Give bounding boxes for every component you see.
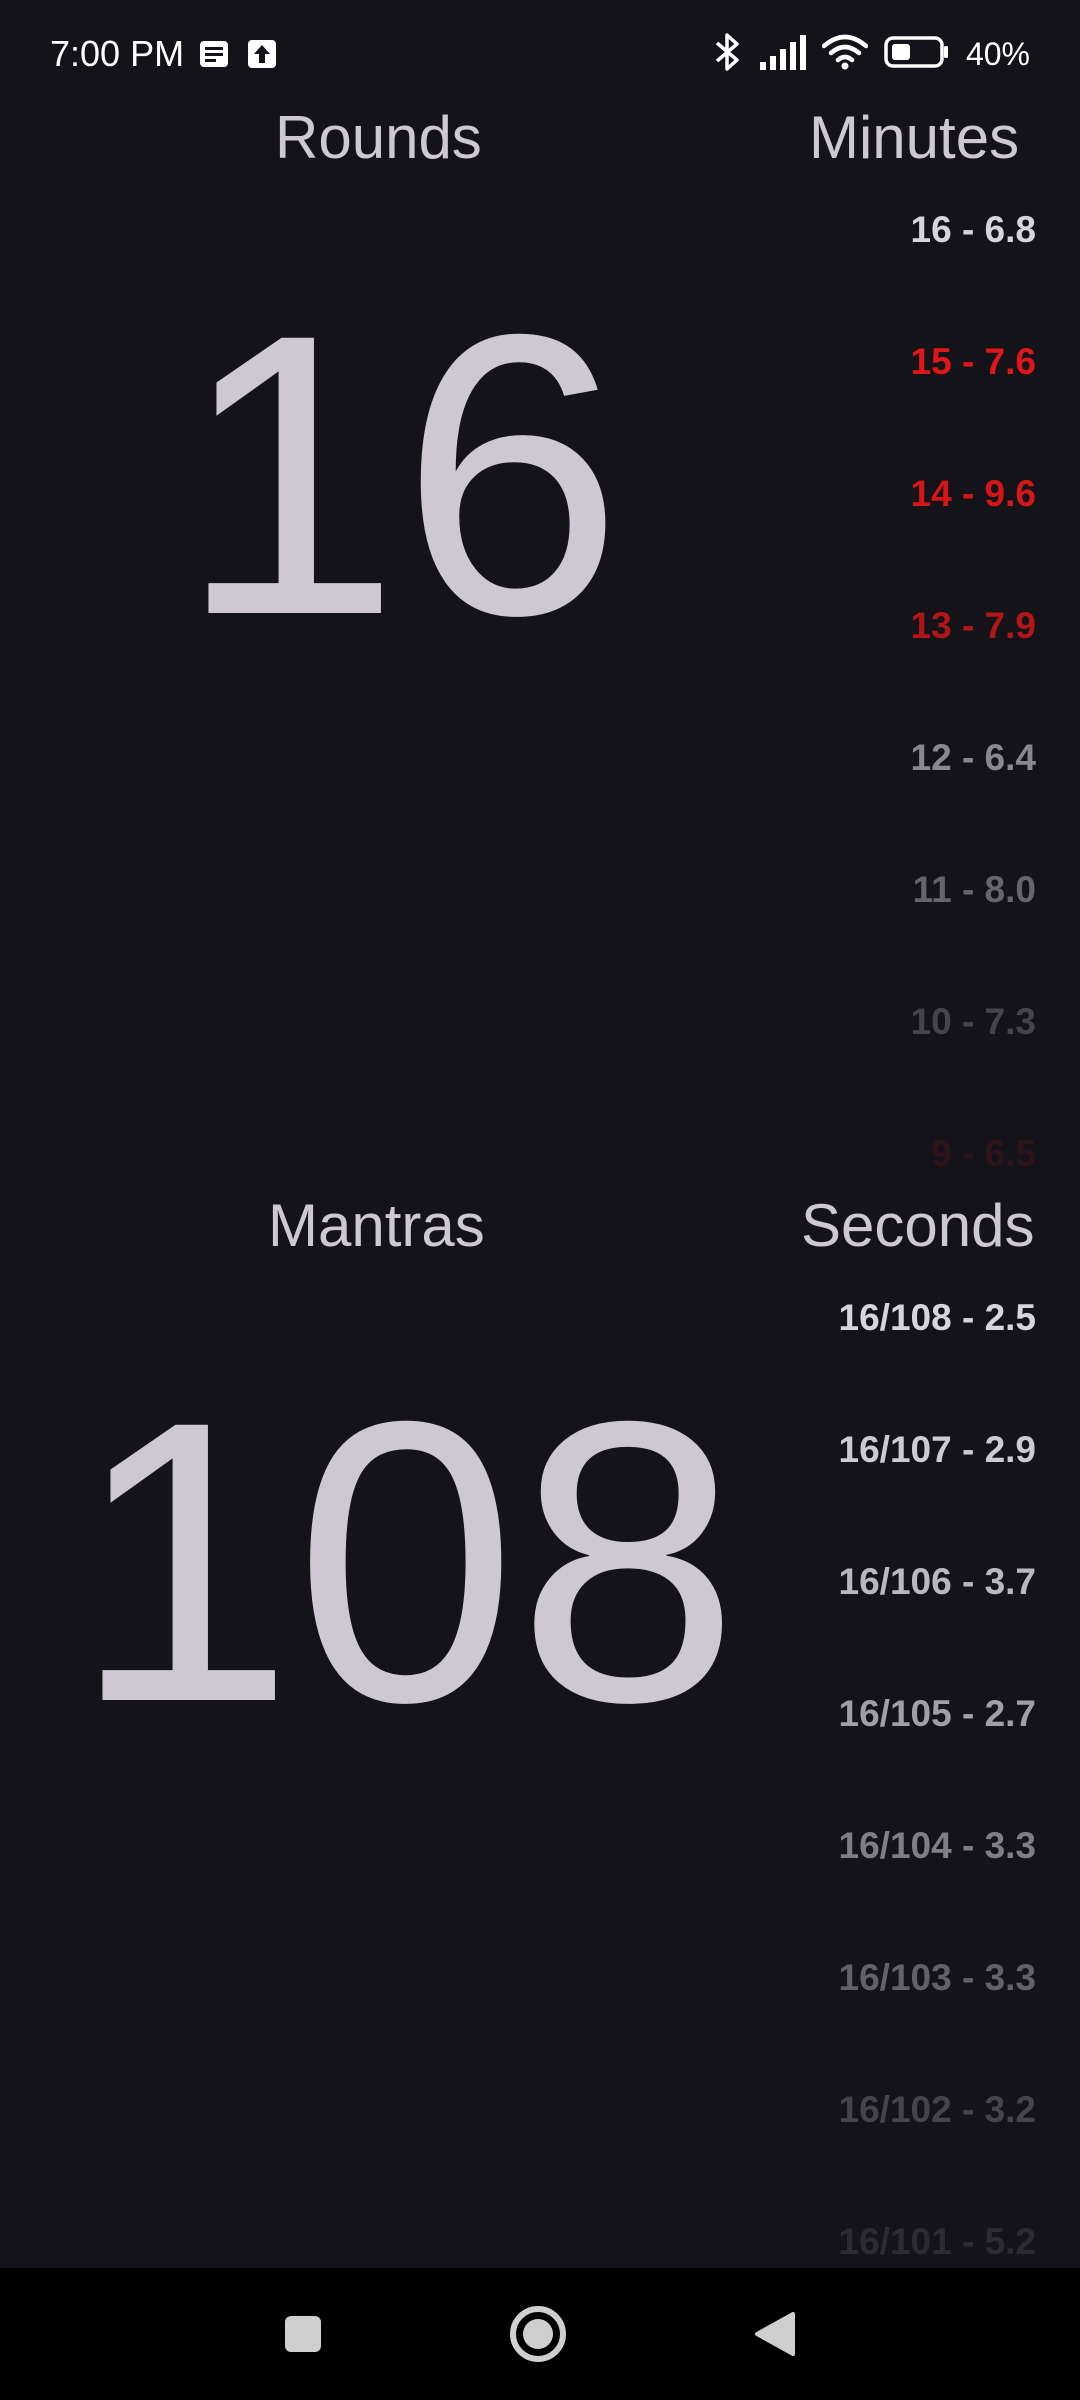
- minutes-list-item[interactable]: 13 - 7.9: [911, 602, 1036, 650]
- upload-icon: [246, 38, 278, 70]
- minutes-list-item[interactable]: 15 - 7.6: [911, 338, 1036, 386]
- seconds-list-item[interactable]: 16/104 - 3.3: [839, 1822, 1036, 1870]
- minutes-list-item[interactable]: 16 - 6.8: [911, 206, 1036, 254]
- notification-message-icon: [198, 38, 230, 70]
- seconds-list-item[interactable]: 16/102 - 3.2: [839, 2086, 1036, 2134]
- rounds-header: Rounds: [275, 104, 482, 171]
- seconds-list-item[interactable]: 16/105 - 2.7: [839, 1690, 1036, 1738]
- circle-icon: [510, 2306, 566, 2362]
- seconds-list-item[interactable]: 16/108 - 2.5: [839, 1294, 1036, 1342]
- status-time: 7:00 PM: [50, 33, 185, 74]
- seconds-list-item[interactable]: 16/103 - 3.3: [839, 1954, 1036, 2002]
- battery-icon: [884, 35, 950, 74]
- seconds-list-item[interactable]: 16/106 - 3.7: [839, 1558, 1036, 1606]
- wifi-icon: [821, 34, 869, 75]
- square-icon: [285, 2316, 321, 2352]
- seconds-list[interactable]: 16/108 - 2.5 16/107 - 2.9 16/106 - 3.7 16/1…: [636, 1294, 1036, 2264]
- status-icons: 40%: [712, 32, 1030, 76]
- seconds-list-item[interactable]: 16/101 - 5.2: [839, 2218, 1036, 2264]
- minutes-list[interactable]: 16 - 6.8 15 - 7.6 14 - 9.6 13 - 7.9 12 - 6.4…: [736, 206, 1036, 1166]
- seconds-header: Seconds: [801, 1192, 1035, 1259]
- bluetooth-icon: [712, 32, 742, 77]
- minutes-list-item[interactable]: 9 - 6.5: [931, 1130, 1036, 1166]
- minutes-header: Minutes: [809, 104, 1020, 171]
- status-bar: 7:00 PM 40%: [0, 0, 1080, 110]
- mantras-header: Mantras: [268, 1192, 485, 1259]
- home-button[interactable]: [508, 2304, 568, 2364]
- minutes-list-item[interactable]: 14 - 9.6: [911, 470, 1036, 518]
- recents-button[interactable]: [273, 2304, 333, 2364]
- signal-icon: [758, 34, 806, 75]
- back-button[interactable]: [745, 2304, 805, 2364]
- minutes-list-item[interactable]: 11 - 8.0: [913, 866, 1036, 914]
- navigation-bar: [0, 2268, 1080, 2400]
- back-triangle-icon: [755, 2312, 795, 2356]
- seconds-list-item[interactable]: 16/107 - 2.9: [839, 1426, 1036, 1474]
- minutes-list-item[interactable]: 10 - 7.3: [911, 998, 1036, 1046]
- rounds-counter[interactable]: 16: [178, 265, 623, 685]
- battery-level: 40%: [965, 35, 1030, 72]
- minutes-list-item[interactable]: 12 - 6.4: [911, 734, 1036, 782]
